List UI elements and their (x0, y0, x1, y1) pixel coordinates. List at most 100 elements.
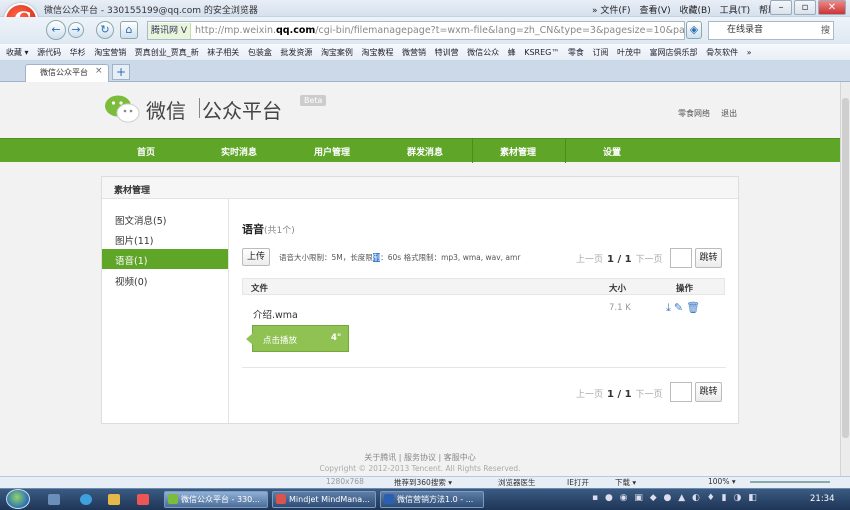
status-bar: 1280x768 推荐到360搜索 ▾ 浏览器医生 IE打开 下载 ▾ 100%… (0, 476, 850, 488)
jump-button[interactable]: 跳转 (695, 248, 722, 268)
nav-realtime-messages[interactable]: 实时消息 (221, 145, 257, 158)
task-label: Mindjet MindMana... (289, 495, 370, 504)
zoom-slider[interactable] (750, 481, 830, 483)
fav-item[interactable]: 袜子相关 (207, 48, 239, 57)
fav-item[interactable]: KSREG™ (524, 48, 559, 57)
task-mindjet[interactable]: Mindjet MindMana... (272, 491, 376, 508)
tab-close-icon[interactable]: × (95, 66, 103, 76)
fav-item[interactable]: 特训营 (435, 48, 459, 57)
fav-item[interactable]: 零食 (568, 48, 584, 57)
system-tray-icons[interactable]: ▪ ● ◉ ▣ ◆ ● ▲ ◐ ♦ ▮ ◑ ◧ (592, 493, 759, 503)
logout-link[interactable]: 退出 (721, 109, 737, 118)
sidebar-item-voice[interactable]: 语音(1) (102, 249, 228, 269)
page-number-input[interactable] (670, 248, 692, 268)
zoom-level[interactable]: 100% ▾ (708, 477, 736, 486)
delete-trash-icon[interactable]: 🗑 (686, 301, 703, 314)
footer-links[interactable]: 关于腾讯 | 服务协议 | 客服中心 (0, 452, 840, 463)
page-number-input[interactable] (670, 382, 692, 402)
material-sidebar: 图文消息(5) 图片(11) 语音(1) 视频(0) (102, 199, 229, 423)
qq-icon[interactable] (80, 494, 92, 505)
sidebar-item-video[interactable]: 视频(0) (102, 270, 228, 290)
nav-settings[interactable]: 设置 (603, 145, 621, 158)
next-page-link[interactable]: 下一页 (636, 255, 663, 265)
wechat-logo-icon (105, 95, 140, 123)
prev-page-link[interactable]: 上一页 (576, 255, 603, 265)
download-icon[interactable]: ⤓ (666, 301, 674, 314)
task-weixin-browser[interactable]: 微信公众平台 - 330... (164, 491, 268, 508)
play-label[interactable]: 点击播放 (263, 334, 297, 346)
edit-pencil-icon[interactable]: ✎ (674, 301, 686, 314)
nav-material-management[interactable]: 素材管理 (500, 145, 536, 158)
fav-item[interactable]: 包装盒 (248, 48, 272, 57)
upload-button[interactable]: 上传 (242, 248, 270, 266)
scrollbar-thumb[interactable] (842, 98, 849, 438)
menu-favorites[interactable]: 收藏(B) (680, 6, 711, 16)
column-size: 大小 (609, 284, 627, 294)
fav-item[interactable]: 华杉 (70, 48, 86, 57)
back-icon[interactable]: ← (46, 20, 66, 40)
address-label[interactable]: 腾讯网 V (148, 23, 192, 39)
nav-home[interactable]: 首页 (137, 145, 155, 158)
fav-more[interactable]: » (747, 48, 752, 57)
sidebar-item-articles[interactable]: 图文消息(5) (102, 209, 228, 229)
fav-item[interactable]: 订阅 (592, 48, 608, 57)
nav-user-management[interactable]: 用户管理 (314, 145, 350, 158)
jump-button[interactable]: 跳转 (695, 382, 722, 402)
page-indicator: 1 / 1 (607, 389, 632, 400)
fav-item[interactable]: 微营销 (402, 48, 426, 57)
new-tab-button[interactable]: + (112, 64, 130, 80)
app-icon[interactable] (137, 494, 149, 505)
menu-file[interactable]: » 文件(F) (592, 6, 631, 16)
download-manager[interactable]: 下载 ▾ (615, 477, 636, 488)
nav-mass-messages[interactable]: 群发消息 (407, 145, 443, 158)
minimize-button[interactable]: – (770, 0, 792, 15)
prev-page-link[interactable]: 上一页 (576, 390, 603, 400)
fav-item[interactable]: 淘宝案例 (321, 48, 353, 57)
player-pointer (246, 333, 253, 345)
search-button[interactable]: 搜 (821, 23, 830, 39)
fav-item[interactable]: 淘宝营销 (94, 48, 126, 57)
start-button[interactable] (6, 489, 30, 509)
word-task-icon (384, 494, 394, 504)
account-name-link[interactable]: 零食网络 (678, 109, 710, 118)
fav-item[interactable]: 骨灰软件 (706, 48, 738, 57)
refresh-icon[interactable]: ↻ (96, 21, 114, 39)
fav-item[interactable]: 源代码 (37, 48, 61, 57)
search-box[interactable]: 在线录音 搜 (708, 21, 834, 40)
next-page-link[interactable]: 下一页 (636, 390, 663, 400)
limits-text: 语音大小限制：5M，长度限 (279, 253, 373, 262)
fav-item[interactable]: 收藏 ▾ (6, 48, 29, 57)
menu-view[interactable]: 查看(V) (639, 6, 670, 16)
app-icon[interactable] (108, 494, 120, 505)
url-prefix: http://mp.weixin. (195, 25, 276, 36)
voice-player[interactable]: 点击播放 4" (246, 325, 349, 352)
fav-item[interactable]: 贾真创业_贾真_新 (135, 48, 199, 57)
fav-item[interactable]: 批发资源 (280, 48, 312, 57)
search-input[interactable]: 在线录音 (727, 25, 763, 35)
fav-item[interactable]: 淘宝教程 (361, 48, 393, 57)
search-promo[interactable]: 推荐到360搜索 ▾ (394, 477, 452, 488)
fav-item[interactable]: 微信公众 (467, 48, 499, 57)
security-shield-icon[interactable]: ◈ (686, 21, 702, 39)
fav-item[interactable]: 叶茂中 (617, 48, 641, 57)
column-actions: 操作 (676, 284, 694, 294)
pager-bottom: 上一页 1 / 1 下一页 (576, 387, 663, 400)
forward-icon[interactable]: → (68, 22, 84, 38)
fav-item[interactable]: 富网店俱乐部 (650, 48, 698, 57)
address-bar[interactable]: 腾讯网 Vhttp://mp.weixin.qq.com/cgi-bin/fil… (147, 21, 685, 40)
close-window-button[interactable]: ✕ (818, 0, 846, 15)
restore-button[interactable]: ▫ (794, 0, 816, 15)
desktop-icon[interactable] (48, 494, 60, 505)
task-label: 微信公众平台 - 330... (181, 495, 260, 504)
browser-doctor[interactable]: 浏览器医生 (498, 477, 536, 488)
home-icon[interactable]: ⌂ (120, 21, 138, 39)
sidebar-item-images[interactable]: 图片(11) (102, 229, 228, 249)
open-in-ie[interactable]: IE打开 (567, 477, 589, 488)
fav-item[interactable]: 蜂 (508, 48, 516, 57)
user-links: 零食网络 退出 (678, 108, 737, 119)
task-word-doc[interactable]: 微信营销方法1.0 - ... (380, 491, 484, 508)
menu-bar: » 文件(F) 查看(V) 收藏(B) 工具(T) 帮助(H) (592, 3, 797, 16)
brand-divider (199, 98, 200, 118)
menu-tools[interactable]: 工具(T) (720, 6, 751, 16)
clock[interactable]: 21:34 (810, 494, 835, 504)
